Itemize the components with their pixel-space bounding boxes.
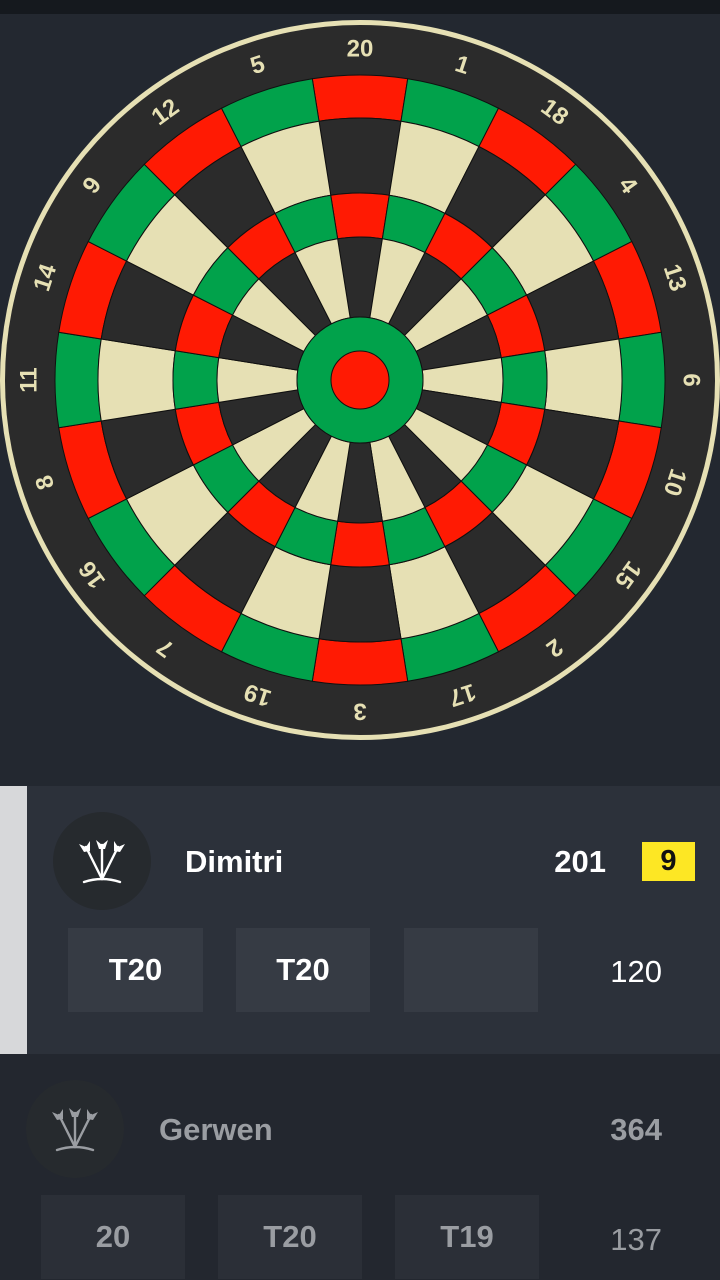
board-number-11: 11: [16, 367, 43, 392]
triple-3[interactable]: [330, 520, 390, 568]
triple-20[interactable]: [330, 192, 390, 240]
triple-6[interactable]: [500, 350, 548, 410]
player-panel-waiting[interactable]: Gerwen 364 20 T20 T19 137: [0, 1054, 720, 1280]
bullseye[interactable]: [330, 350, 390, 410]
double-20[interactable]: [311, 74, 409, 122]
board-number-20: 20: [347, 36, 374, 63]
triple-11[interactable]: [172, 350, 220, 410]
throw-slot-3[interactable]: T19: [395, 1195, 539, 1279]
player-avatar: [26, 1080, 124, 1178]
turn-total: 137: [610, 1222, 662, 1257]
status-bar: [0, 0, 720, 14]
darts-icon: [52, 1108, 98, 1152]
player-panel-active[interactable]: Dimitri 201 9 T20 T20 120: [0, 786, 720, 1054]
double-3[interactable]: [311, 638, 409, 686]
board-number-6: 6: [678, 373, 705, 386]
player-score: 364: [610, 1112, 662, 1147]
board-number-3: 3: [353, 698, 366, 725]
dartboard[interactable]: 2011841361015217319716811149125: [0, 14, 720, 744]
throw-slot-2[interactable]: T20: [218, 1195, 362, 1279]
player-score: 201: [554, 844, 606, 879]
active-player-indicator: [0, 786, 27, 1054]
outer-single-3[interactable]: [318, 564, 402, 643]
player-name: Dimitri: [185, 844, 284, 879]
outer-single-20[interactable]: [318, 117, 402, 196]
double-11[interactable]: [54, 331, 102, 429]
throw-slot-2[interactable]: T20: [236, 928, 370, 1012]
outer-single-6[interactable]: [544, 338, 623, 422]
outer-single-11[interactable]: [97, 338, 176, 422]
darts-icon: [79, 840, 125, 884]
darts-left-badge: 9: [642, 842, 695, 881]
turn-total: 120: [610, 954, 662, 989]
player-avatar: [53, 812, 151, 910]
throw-slot-1[interactable]: T20: [68, 928, 203, 1012]
throw-slot-3[interactable]: [404, 928, 538, 1012]
double-6[interactable]: [618, 331, 666, 429]
player-name: Gerwen: [159, 1112, 273, 1147]
throw-slot-1[interactable]: 20: [41, 1195, 185, 1279]
